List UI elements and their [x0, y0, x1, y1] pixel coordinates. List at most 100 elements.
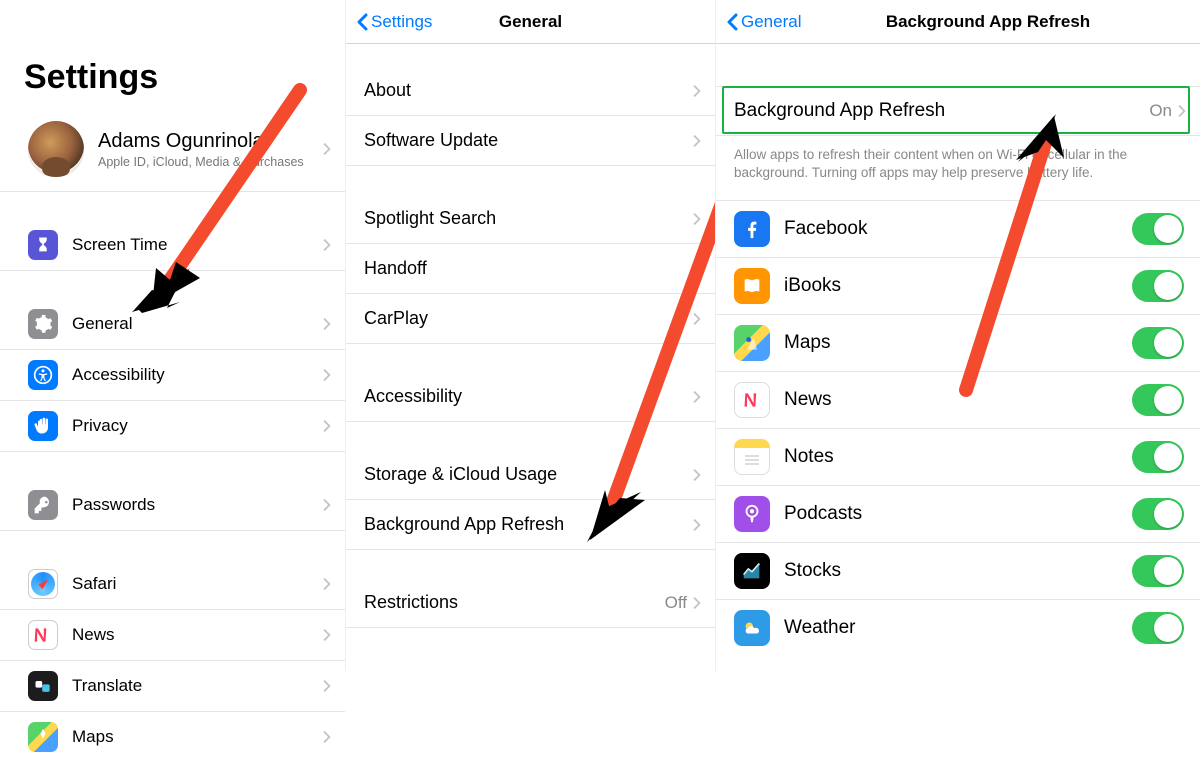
- row-restrictions[interactable]: Restrictions Off: [346, 578, 715, 628]
- chevron-right-icon: [323, 498, 331, 512]
- navbar: Settings General: [346, 0, 715, 44]
- weather-icon: [734, 610, 770, 646]
- row-value: On: [1149, 101, 1172, 121]
- app-label: Facebook: [784, 218, 1132, 240]
- row-label: Restrictions: [364, 592, 665, 613]
- chevron-right-icon: [693, 134, 701, 148]
- app-row-news: News: [716, 372, 1200, 429]
- accessibility-icon: [28, 360, 58, 390]
- hand-icon: [28, 411, 58, 441]
- toggle-switch[interactable]: [1132, 327, 1184, 359]
- toggle-switch[interactable]: [1132, 555, 1184, 587]
- app-label: iBooks: [784, 275, 1132, 297]
- toggle-switch[interactable]: [1132, 498, 1184, 530]
- profile-sub: Apple ID, iCloud, Media & Purchases: [98, 155, 304, 169]
- row-spotlight[interactable]: Spotlight Search: [346, 194, 715, 244]
- row-about[interactable]: About: [346, 66, 715, 116]
- chevron-right-icon: [323, 368, 331, 382]
- row-label: Maps: [72, 727, 323, 747]
- profile-row[interactable]: Adams Ogunrinola Apple ID, iCloud, Media…: [0, 115, 345, 192]
- hourglass-icon: [28, 230, 58, 260]
- toggle-switch[interactable]: [1132, 384, 1184, 416]
- news-icon: [734, 382, 770, 418]
- maps-icon: [28, 722, 58, 752]
- chevron-right-icon: [323, 317, 331, 331]
- navbar: General Background App Refresh: [716, 0, 1200, 44]
- row-label: Background App Refresh: [364, 514, 693, 535]
- general-panel: Settings General About Software Update S…: [345, 0, 715, 671]
- row-label: Software Update: [364, 130, 693, 151]
- translate-icon: [28, 671, 58, 701]
- row-label: Screen Time: [72, 235, 323, 255]
- chevron-right-icon: [693, 468, 701, 482]
- gear-icon: [28, 309, 58, 339]
- row-label: News: [72, 625, 323, 645]
- row-value: Off: [665, 593, 687, 613]
- chevron-right-icon: [323, 142, 331, 156]
- chevron-right-icon: [323, 679, 331, 693]
- background-app-refresh-panel: General Background App Refresh Backgroun…: [715, 0, 1200, 671]
- back-label: General: [741, 12, 801, 32]
- chevron-right-icon: [693, 212, 701, 226]
- sidebar-item-screen-time[interactable]: Screen Time: [0, 220, 345, 271]
- app-label: Notes: [784, 446, 1132, 468]
- row-handoff[interactable]: Handoff: [346, 244, 715, 294]
- chevron-right-icon: [693, 596, 701, 610]
- app-row-podcasts: Podcasts: [716, 486, 1200, 543]
- chevron-right-icon: [323, 238, 331, 252]
- sidebar-item-general[interactable]: General: [0, 299, 345, 350]
- row-label: CarPlay: [364, 308, 693, 329]
- row-software-update[interactable]: Software Update: [346, 116, 715, 166]
- chevron-right-icon: [323, 730, 331, 744]
- row-label: About: [364, 80, 693, 101]
- row-label: Storage & iCloud Usage: [364, 464, 693, 485]
- sidebar-item-maps[interactable]: Maps: [0, 712, 345, 762]
- app-label: News: [784, 389, 1132, 411]
- row-label: Background App Refresh: [734, 100, 1149, 122]
- toggle-switch[interactable]: [1132, 270, 1184, 302]
- chevron-right-icon: [693, 312, 701, 326]
- ibooks-icon: [734, 268, 770, 304]
- avatar: [28, 121, 84, 177]
- row-storage[interactable]: Storage & iCloud Usage: [346, 450, 715, 500]
- back-button[interactable]: Settings: [356, 12, 432, 32]
- row-label: Passwords: [72, 495, 323, 515]
- page-title: Settings: [24, 58, 345, 97]
- maps-icon: [734, 325, 770, 361]
- row-bg-refresh-master[interactable]: Background App Refresh On: [716, 86, 1200, 136]
- chevron-right-icon: [323, 577, 331, 591]
- back-button[interactable]: General: [726, 12, 801, 32]
- row-label: General: [72, 314, 323, 334]
- app-label: Weather: [784, 617, 1132, 639]
- toggle-switch[interactable]: [1132, 612, 1184, 644]
- chevron-left-icon: [726, 13, 738, 31]
- row-accessibility[interactable]: Accessibility: [346, 372, 715, 422]
- sidebar-item-news[interactable]: News: [0, 610, 345, 661]
- toggle-switch[interactable]: [1132, 213, 1184, 245]
- safari-icon: [28, 569, 58, 599]
- key-icon: [28, 490, 58, 520]
- chevron-right-icon: [323, 419, 331, 433]
- row-label: Accessibility: [364, 386, 693, 407]
- sidebar-item-passwords[interactable]: Passwords: [0, 480, 345, 531]
- nav-title: Background App Refresh: [886, 12, 1090, 32]
- news-icon: [28, 620, 58, 650]
- podcasts-icon: [734, 496, 770, 532]
- sidebar-item-accessibility[interactable]: Accessibility: [0, 350, 345, 401]
- row-label: Spotlight Search: [364, 208, 693, 229]
- app-row-weather: Weather: [716, 600, 1200, 656]
- app-row-maps: Maps: [716, 315, 1200, 372]
- sidebar-item-privacy[interactable]: Privacy: [0, 401, 345, 452]
- row-label: Accessibility: [72, 365, 323, 385]
- row-carplay[interactable]: CarPlay: [346, 294, 715, 344]
- app-label: Stocks: [784, 560, 1132, 582]
- chevron-right-icon: [693, 84, 701, 98]
- sidebar-item-translate[interactable]: Translate: [0, 661, 345, 712]
- toggle-switch[interactable]: [1132, 441, 1184, 473]
- chevron-right-icon: [693, 262, 701, 276]
- row-label: Translate: [72, 676, 323, 696]
- stocks-icon: [734, 553, 770, 589]
- row-background-app-refresh[interactable]: Background App Refresh: [346, 500, 715, 550]
- chevron-right-icon: [693, 518, 701, 532]
- sidebar-item-safari[interactable]: Safari: [0, 559, 345, 610]
